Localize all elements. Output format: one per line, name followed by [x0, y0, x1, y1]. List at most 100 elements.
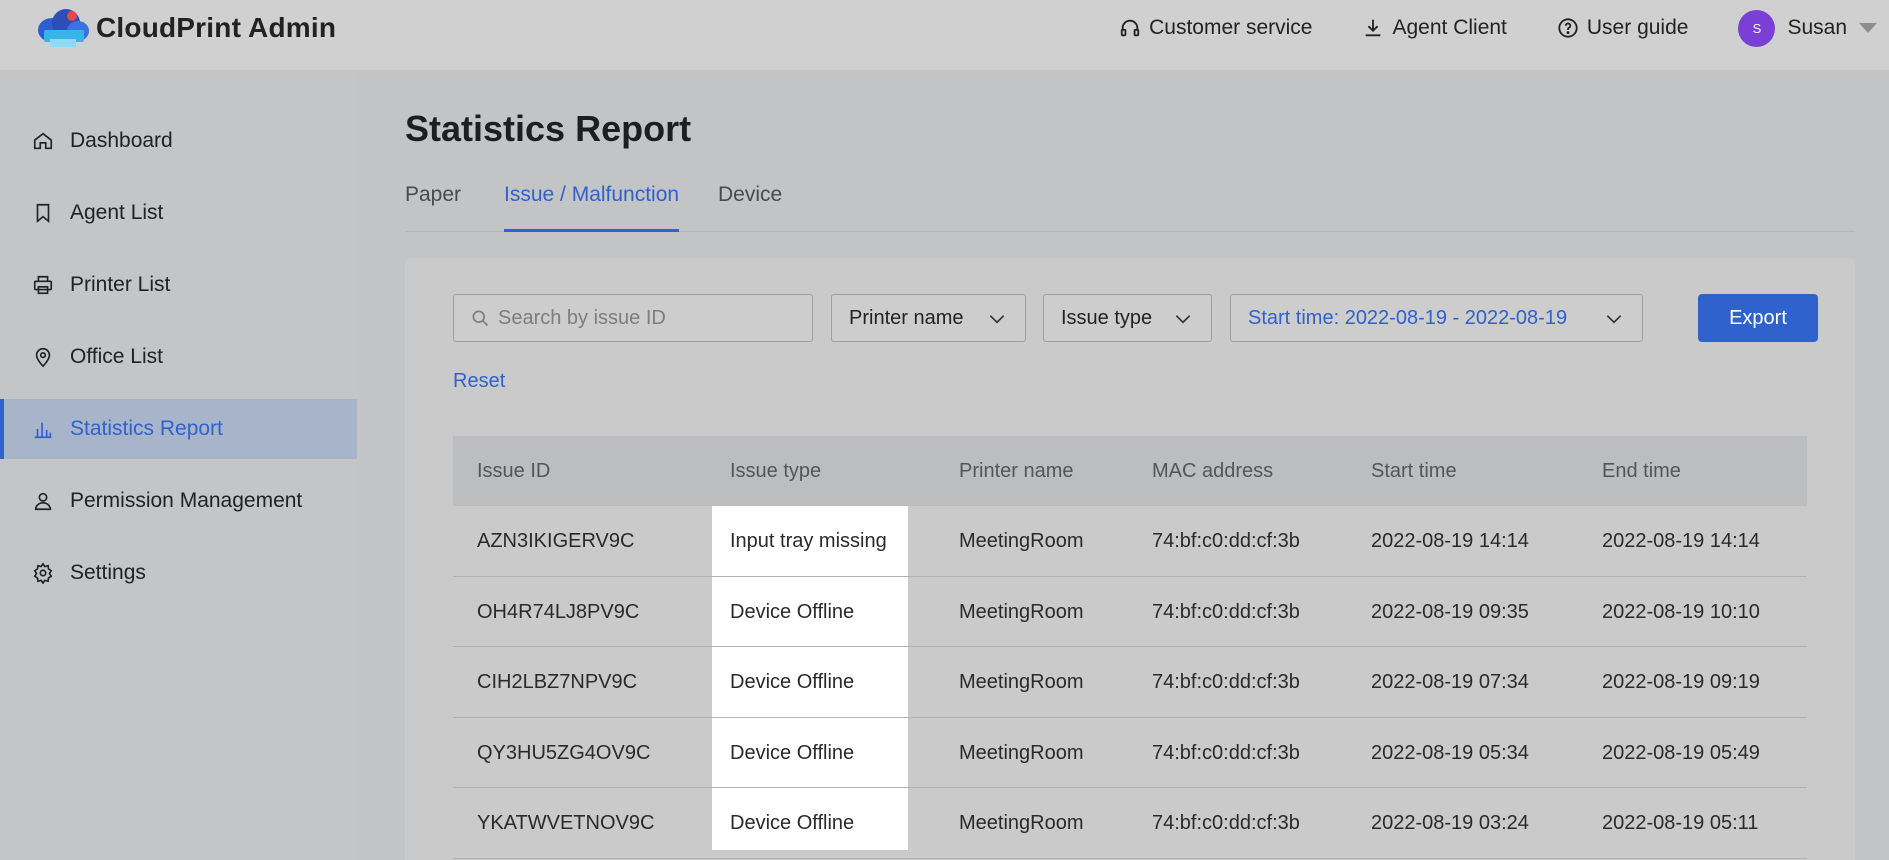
cell-issue-type: Device Offline: [730, 812, 855, 834]
export-button[interactable]: Export: [1698, 294, 1818, 342]
column-header-issue-id[interactable]: Issue ID: [477, 436, 550, 506]
sidebar-item-label: Statistics Report: [70, 417, 223, 440]
bar-chart-icon: [34, 422, 52, 439]
page-title: Statistics Report: [405, 108, 692, 149]
headset-icon: [1120, 19, 1140, 37]
sidebar-item-label: Dashboard: [70, 129, 173, 152]
cell-end-time: 2022-08-19 14:14: [1602, 530, 1760, 552]
column-header-mac-address[interactable]: MAC address: [1152, 436, 1273, 506]
issue-table: Issue ID Issue type Printer name MAC add…: [453, 436, 1807, 859]
tab-issue-malfunction[interactable]: Issue / Malfunction: [504, 180, 680, 232]
issue-type-select-label: Issue type: [1061, 306, 1153, 329]
user-icon: [34, 492, 52, 511]
sidebar-item-label: Printer List: [70, 273, 171, 296]
column-header-issue-type[interactable]: Issue type: [730, 436, 821, 506]
cell-start-time: 2022-08-19 14:14: [1371, 530, 1529, 552]
cell-printer-name: MeetingRoom: [959, 741, 1084, 764]
sidebar-item-label: Office List: [70, 345, 163, 368]
sidebar-item-office-list[interactable]: Office List: [0, 327, 357, 387]
bookmark-icon: [36, 203, 50, 224]
table-row[interactable]: YKATWVETNOV9C Device Offline MeetingRoom…: [453, 788, 1807, 859]
table-row[interactable]: AZN3IKIGERV9C Input tray missing Meeting…: [453, 506, 1807, 577]
sidebar-item-printer-list[interactable]: Printer List: [0, 255, 357, 315]
cell-issue-type: Device Offline: [730, 671, 855, 693]
user-name: Susan: [1787, 16, 1847, 39]
main-content: Statistics Report Paper Issue / Malfunct…: [357, 70, 1889, 860]
avatar: S: [1738, 9, 1776, 47]
cell-mac-address: 74:bf:c0:dd:cf:3b: [1152, 812, 1300, 834]
location-pin-icon: [35, 347, 51, 368]
cell-printer-name: MeetingRoom: [959, 600, 1084, 623]
table-row[interactable]: CIH2LBZ7NPV9C Device Offline MeetingRoom…: [453, 647, 1807, 718]
sidebar-item-settings[interactable]: Settings: [0, 543, 357, 603]
top-bar: CloudPrint Admin Customer service Agent …: [0, 0, 1889, 70]
cell-issue-id: YKATWVETNOV9C: [477, 812, 655, 834]
cell-issue-type: Device Offline: [730, 600, 855, 623]
caret-down-icon: [1859, 23, 1877, 33]
cell-issue-id: AZN3IKIGERV9C: [477, 530, 635, 552]
cell-start-time: 2022-08-19 05:34: [1371, 741, 1529, 764]
download-icon: [1366, 19, 1381, 37]
customer-service-link[interactable]: Customer service: [1119, 16, 1312, 40]
printer-name-select-label: Printer name: [849, 306, 964, 329]
tab-paper[interactable]: Paper: [405, 180, 461, 232]
gear-icon: [33, 562, 53, 584]
home-icon: [33, 132, 53, 150]
cell-issue-id: QY3HU5ZG4OV9C: [477, 741, 651, 764]
column-header-printer-name[interactable]: Printer name: [959, 436, 1074, 506]
issue-type-select[interactable]: Issue type: [1043, 294, 1212, 342]
sidebar-item-statistics-report[interactable]: Statistics Report: [0, 399, 357, 459]
sidebar-item-label: Settings: [70, 561, 146, 584]
cell-end-time: 2022-08-19 09:19: [1602, 671, 1760, 693]
reset-link[interactable]: Reset: [453, 370, 505, 393]
sidebar-item-permission-management[interactable]: Permission Management: [0, 471, 357, 531]
cell-start-time: 2022-08-19 07:34: [1371, 671, 1529, 693]
date-range-select[interactable]: Start time: 2022-08-19 - 2022-08-19: [1230, 294, 1643, 342]
column-header-start-time[interactable]: Start time: [1371, 436, 1457, 506]
user-guide-link[interactable]: User guide: [1557, 16, 1689, 40]
chevron-down-icon: [989, 315, 1005, 324]
help-circle-icon: [1558, 18, 1578, 38]
printer-name-select[interactable]: Printer name: [831, 294, 1026, 342]
cell-start-time: 2022-08-19 03:24: [1371, 812, 1529, 834]
agent-client-label: Agent Client: [1392, 16, 1507, 39]
column-header-end-time[interactable]: End time: [1602, 436, 1681, 506]
user-menu[interactable]: S Susan: [1738, 9, 1877, 47]
agent-client-link[interactable]: Agent Client: [1362, 16, 1507, 40]
tab-device[interactable]: Device: [718, 180, 782, 232]
cell-issue-type: Device Offline: [730, 741, 855, 764]
sidebar-item-agent-list[interactable]: Agent List: [0, 183, 357, 243]
cell-printer-name: MeetingRoom: [959, 671, 1084, 693]
user-guide-label: User guide: [1586, 16, 1689, 39]
chevron-down-icon: [1175, 315, 1191, 324]
search-box[interactable]: [453, 294, 813, 342]
brand[interactable]: CloudPrint Admin: [34, 6, 336, 50]
search-icon: [472, 310, 489, 327]
search-input[interactable]: [498, 306, 798, 330]
table-row[interactable]: OH4R74LJ8PV9C Device Offline MeetingRoom…: [453, 577, 1807, 647]
cell-mac-address: 74:bf:c0:dd:cf:3b: [1152, 530, 1300, 552]
cell-end-time: 2022-08-19 05:49: [1602, 741, 1760, 764]
brand-name: CloudPrint Admin: [96, 12, 337, 43]
cell-printer-name: MeetingRoom: [959, 530, 1084, 552]
report-tabs: Paper Issue / Malfunction Device: [405, 180, 1855, 232]
table-row[interactable]: QY3HU5ZG4OV9C Device Offline MeetingRoom…: [453, 718, 1807, 788]
cell-printer-name: MeetingRoom: [959, 812, 1084, 834]
cell-mac-address: 74:bf:c0:dd:cf:3b: [1152, 600, 1300, 623]
cell-issue-id: OH4R74LJ8PV9C: [477, 600, 640, 623]
report-panel: Printer name Issue type Start time: 2022…: [405, 258, 1855, 860]
sidebar-item-label: Permission Management: [70, 489, 303, 512]
cell-issue-id: CIH2LBZ7NPV9C: [477, 671, 638, 693]
sidebar-item-dashboard[interactable]: Dashboard: [0, 111, 357, 171]
cell-issue-type: Input tray missing: [730, 530, 887, 552]
date-range-label: Start time: 2022-08-19 - 2022-08-19: [1248, 306, 1568, 329]
customer-service-label: Customer service: [1149, 16, 1313, 39]
sidebar-item-label: Agent List: [70, 201, 164, 224]
chevron-down-icon: [1606, 315, 1622, 324]
cell-mac-address: 74:bf:c0:dd:cf:3b: [1152, 671, 1300, 693]
cell-mac-address: 74:bf:c0:dd:cf:3b: [1152, 741, 1300, 764]
cloud-printer-logo-icon: [34, 6, 90, 50]
cell-end-time: 2022-08-19 10:10: [1602, 600, 1760, 623]
cell-start-time: 2022-08-19 09:35: [1371, 600, 1529, 623]
table-header: Issue ID Issue type Printer name MAC add…: [453, 436, 1807, 506]
